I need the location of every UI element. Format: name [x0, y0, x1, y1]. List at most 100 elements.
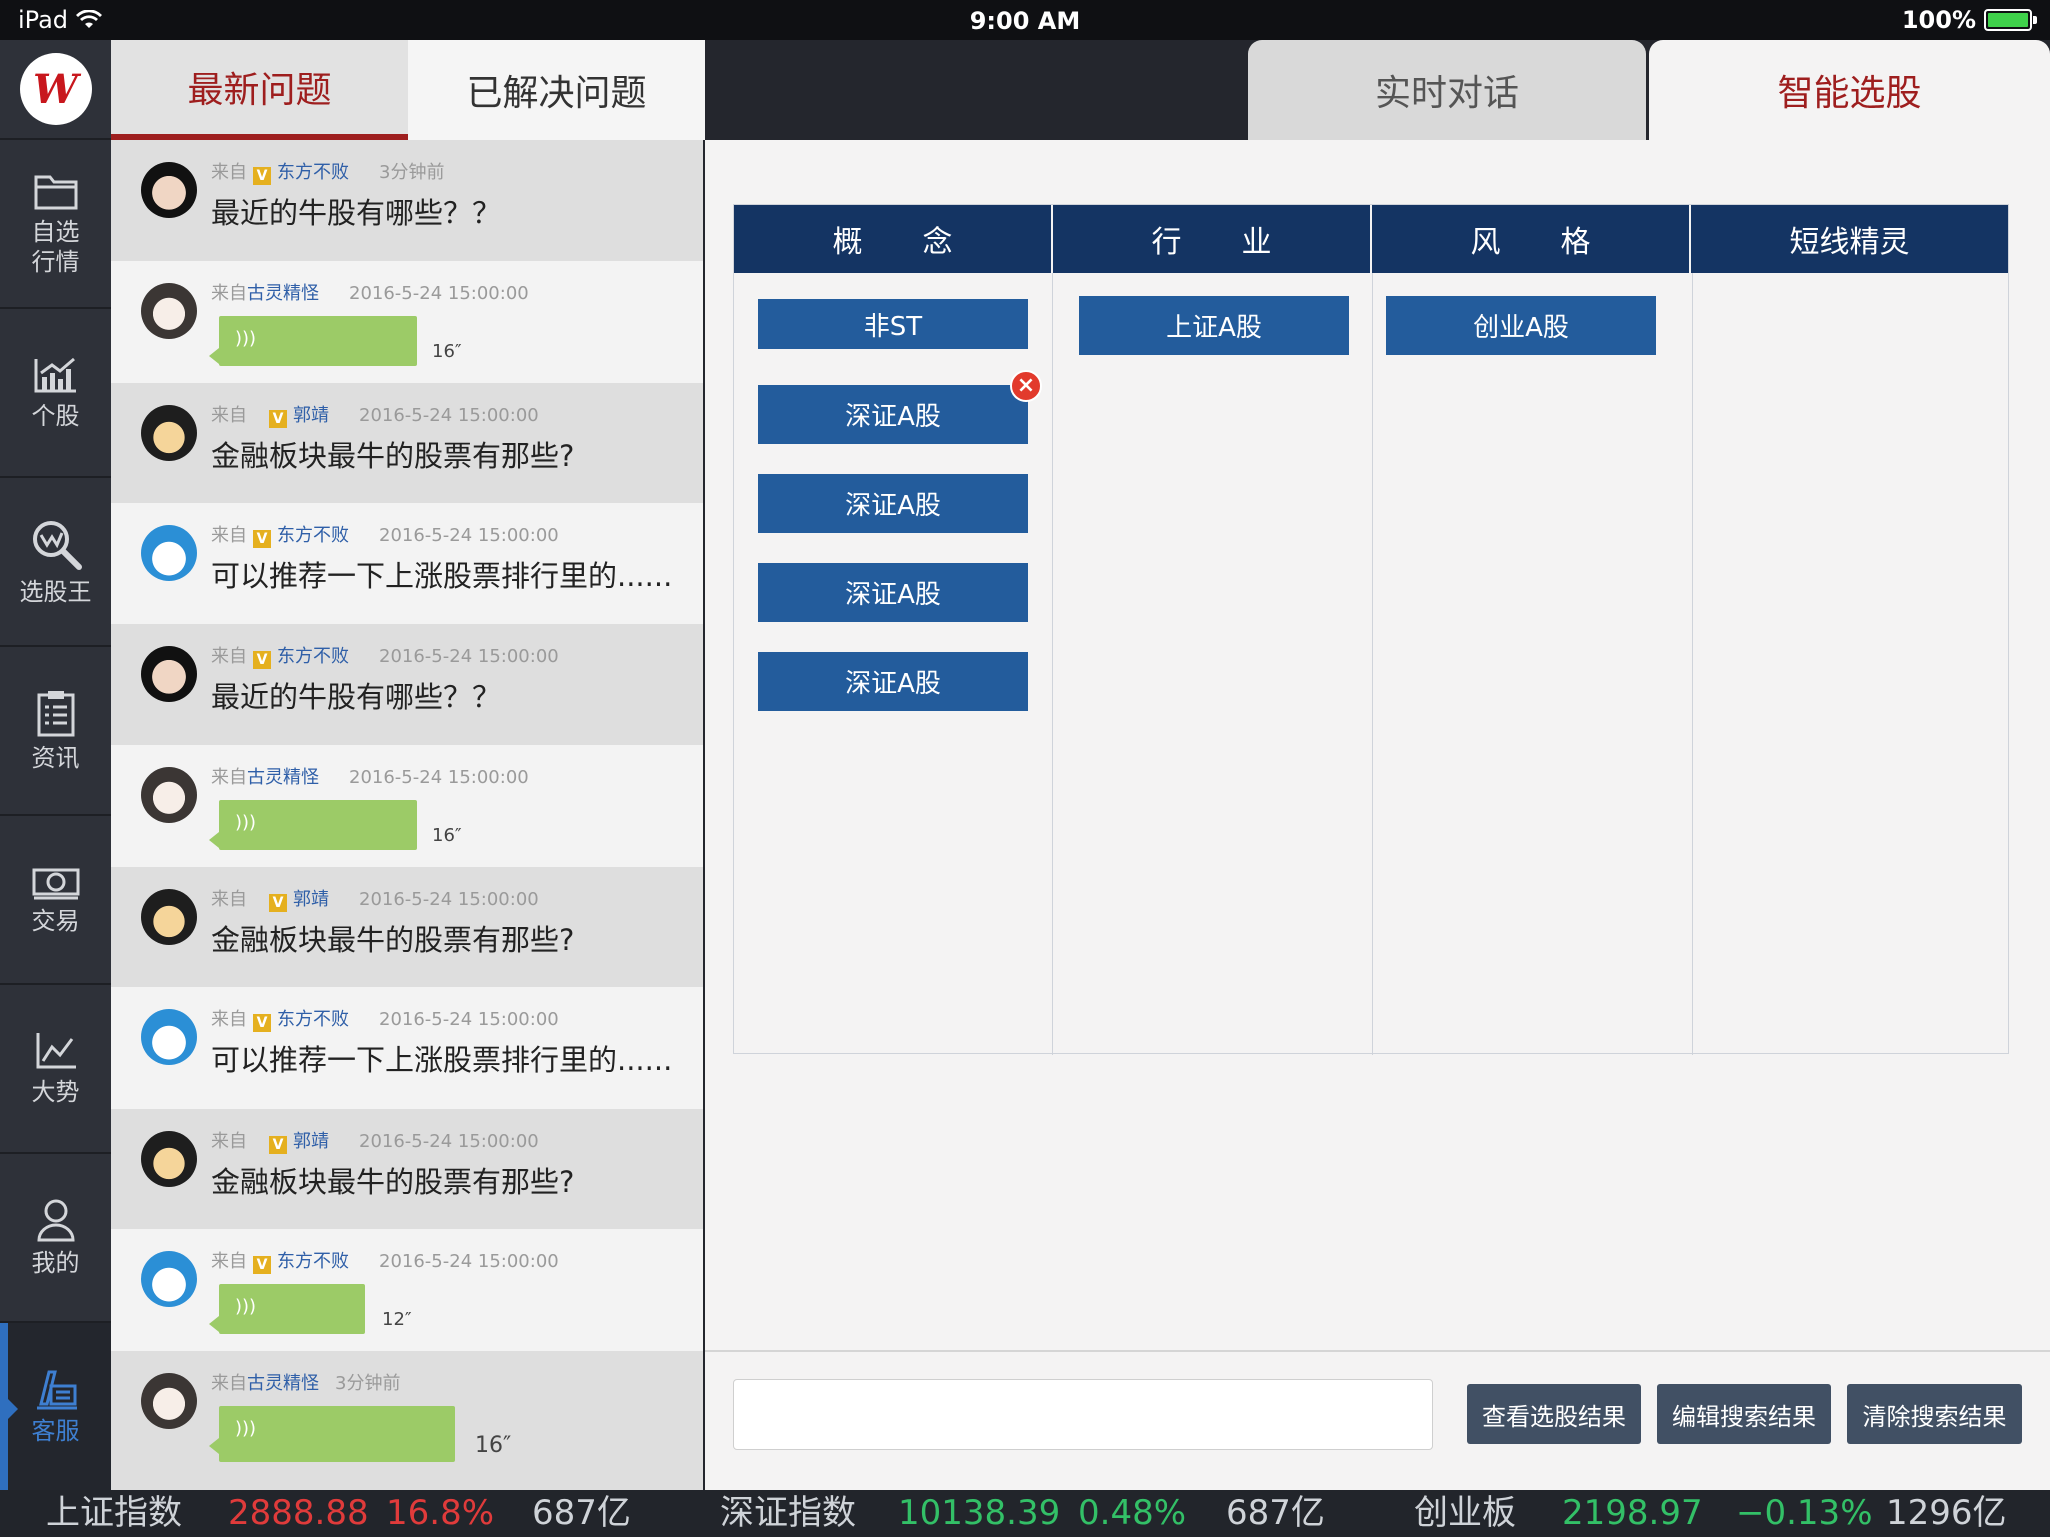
sidebar-label: 行情	[31, 247, 80, 276]
sidebar-item-news[interactable]: 资讯	[0, 647, 111, 816]
sidebar-item-stock[interactable]: 个股	[0, 309, 111, 478]
sidebar-label: 自选	[31, 217, 80, 246]
vip-badge: V	[253, 167, 271, 185]
user-name[interactable]: 古灵精怪	[247, 767, 319, 788]
top-tabs: 实时对话 智能选股	[705, 40, 2050, 140]
timestamp: 3分钟前	[335, 1373, 401, 1394]
header-industry[interactable]: 行 业	[1053, 205, 1372, 273]
header-concept[interactable]: 概 念	[734, 205, 1053, 273]
industry-chip[interactable]: 上证A股	[1079, 296, 1349, 355]
user-name[interactable]: 郭靖	[293, 405, 329, 426]
tab-live-chat[interactable]: 实时对话	[1248, 40, 1646, 140]
voice-icon: )))	[235, 1418, 257, 1439]
voice-duration: 16″	[432, 825, 462, 846]
question-meta: 来自古灵精怪 2016-5-24 15:00:00	[211, 279, 529, 305]
index-name[interactable]: 深证指数	[720, 1490, 856, 1537]
index-value: 2198.97	[1562, 1493, 1703, 1533]
user-name[interactable]: 东方不败	[277, 162, 349, 183]
index-name[interactable]: 上证指数	[46, 1490, 182, 1537]
user-name[interactable]: 东方不败	[277, 525, 349, 546]
list-item[interactable]: 来自 V 郭靖 2016-5-24 15:00:00 金融板块最牛的股票有那些?	[111, 383, 703, 503]
index-value: 10138.39	[898, 1493, 1061, 1533]
from-label: 来自	[211, 646, 247, 667]
list-item[interactable]: 来自 V 郭靖 2016-5-24 15:00:00 金融板块最牛的股票有那些?	[111, 1109, 703, 1229]
timestamp: 2016-5-24 15:00:00	[359, 1131, 539, 1152]
tab-latest[interactable]: 最新问题	[111, 40, 408, 140]
industry-column: 上证A股	[1053, 273, 1373, 1055]
user-name[interactable]: 东方不败	[277, 1251, 349, 1272]
sidebar-item-watchlist[interactable]: 自选 行情	[0, 140, 111, 309]
list-item[interactable]: 来自古灵精怪 2016-5-24 15:00:00 ))) 16″	[111, 745, 703, 867]
header-short-line[interactable]: 短线精灵	[1691, 205, 2008, 273]
sidebar-label: 客服	[31, 1416, 80, 1445]
list-item[interactable]: 来自 V 东方不败 3分钟前 最近的牛股有哪些？？	[111, 140, 703, 261]
list-item[interactable]: 来自 V 郭靖 2016-5-24 15:00:00 金融板块最牛的股票有那些?	[111, 867, 703, 987]
voice-message[interactable]: )))	[209, 1406, 455, 1462]
concept-chip[interactable]: 深证A股	[758, 563, 1028, 622]
list-item[interactable]: 来自 V 东方不败 2016-5-24 15:00:00 最近的牛股有哪些？？	[111, 624, 703, 745]
edit-results-button[interactable]: 编辑搜索结果	[1657, 1384, 1831, 1444]
from-label: 来自	[211, 767, 247, 788]
user-name[interactable]: 古灵精怪	[247, 1373, 319, 1394]
sidebar-item-service[interactable]: 客服	[0, 1323, 111, 1492]
app-root: iPad 9:00 AM 100% W 自选 行情 个股 选股王 资讯 交易 大…	[0, 0, 2050, 1537]
tab-resolved[interactable]: 已解决问题	[408, 40, 705, 140]
question-meta: 来自 V 东方不败 2016-5-24 15:00:00	[211, 1005, 559, 1032]
voice-message[interactable]: )))	[209, 1284, 365, 1334]
clear-results-button[interactable]: 清除搜索结果	[1847, 1384, 2022, 1444]
style-chip[interactable]: 创业A股	[1386, 296, 1656, 355]
bar-chart-icon	[34, 357, 76, 392]
timestamp: 3分钟前	[379, 162, 445, 183]
from-label: 来自	[211, 162, 247, 183]
chip-label: 深证A股	[845, 402, 941, 432]
question-text: 最近的牛股有哪些？？	[211, 196, 502, 230]
avatar	[141, 525, 197, 581]
from-label: 来自	[211, 1251, 247, 1272]
list-item[interactable]: 来自古灵精怪 3分钟前 ))) 16″	[111, 1351, 703, 1490]
concept-chip[interactable]: 深证A股	[758, 474, 1028, 533]
sidebar-item-market[interactable]: 大势	[0, 985, 111, 1154]
sidebar-item-picker[interactable]: 选股王	[0, 478, 111, 647]
index-name[interactable]: 创业板	[1414, 1490, 1516, 1537]
avatar	[141, 1009, 197, 1065]
sidebar-item-mine[interactable]: 我的	[0, 1154, 111, 1323]
vip-badge: V	[253, 1014, 271, 1032]
list-item[interactable]: 来自 V 东方不败 2016-5-24 15:00:00 可以推荐一下上涨股票排行里的…	[111, 987, 703, 1109]
question-text: 可以推荐一下上涨股票排行里的......	[211, 1043, 673, 1077]
list-item[interactable]: 来自 V 东方不败 2016-5-24 15:00:00 ))) 12″	[111, 1229, 703, 1351]
user-name[interactable]: 东方不败	[277, 1009, 349, 1030]
voice-duration: 12″	[382, 1309, 412, 1330]
view-results-button[interactable]: 查看选股结果	[1467, 1384, 1641, 1444]
voice-message[interactable]: )))	[209, 316, 417, 366]
vip-badge: V	[269, 894, 287, 912]
question-meta: 来自 V 东方不败 2016-5-24 15:00:00	[211, 521, 559, 548]
list-item[interactable]: 来自 V 东方不败 2016-5-24 15:00:00 可以推荐一下上涨股票排行里的…	[111, 503, 703, 624]
list-item[interactable]: 来自古灵精怪 2016-5-24 15:00:00 ))) 16″	[111, 261, 703, 383]
tab-smart-picker[interactable]: 智能选股	[1649, 40, 2050, 140]
header-style[interactable]: 风 格	[1372, 205, 1691, 273]
battery-text: 100%	[1901, 6, 1976, 34]
sidebar-label: 交易	[31, 906, 80, 935]
vip-badge: V	[253, 651, 271, 669]
avatar	[141, 889, 197, 945]
question-meta: 来自 V 东方不败 3分钟前	[211, 158, 444, 185]
concept-chip[interactable]: 深证A股	[758, 652, 1028, 711]
user-name[interactable]: 古灵精怪	[247, 283, 319, 304]
index-volume: 687亿	[532, 1493, 631, 1533]
user-icon	[36, 1199, 75, 1241]
user-name[interactable]: 东方不败	[277, 646, 349, 667]
concept-chip[interactable]: 深证A股 ×	[758, 370, 1042, 444]
user-name[interactable]: 郭靖	[293, 1131, 329, 1152]
short-line-column	[1693, 273, 2010, 1055]
sidebar-item-trade[interactable]: 交易	[0, 816, 111, 985]
timestamp: 2016-5-24 15:00:00	[379, 525, 559, 546]
voice-message[interactable]: )))	[209, 800, 417, 850]
search-input[interactable]	[733, 1379, 1433, 1450]
question-tabs: 最新问题 已解决问题	[111, 40, 705, 140]
close-icon[interactable]: ×	[1010, 370, 1042, 402]
question-meta: 来自古灵精怪 2016-5-24 15:00:00	[211, 763, 529, 789]
sidebar-label: 选股王	[19, 577, 92, 606]
concept-chip[interactable]: 非ST	[758, 299, 1028, 349]
timestamp: 2016-5-24 15:00:00	[359, 889, 539, 910]
user-name[interactable]: 郭靖	[293, 889, 329, 910]
